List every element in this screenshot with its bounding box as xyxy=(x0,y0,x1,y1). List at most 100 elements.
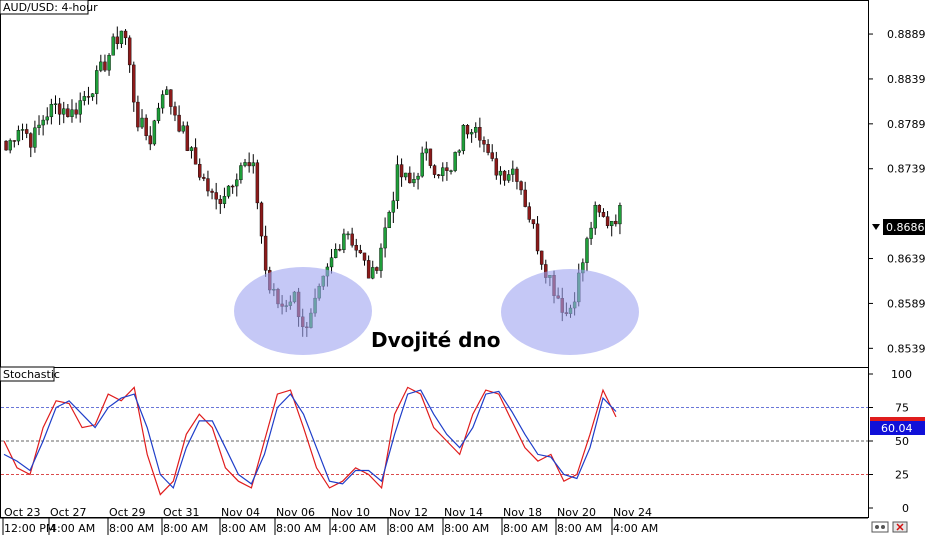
time-tick-day: Nov 18 xyxy=(503,506,542,519)
candle-body xyxy=(362,252,367,261)
candle-body xyxy=(140,117,144,128)
candle-body xyxy=(173,106,177,116)
candle-body xyxy=(152,120,157,145)
close-icon[interactable] xyxy=(892,521,908,533)
price-tick-label: 0.8839 xyxy=(887,73,925,86)
candle-body xyxy=(189,147,194,151)
stochastic-title: Stochastic xyxy=(3,368,60,381)
candle-body xyxy=(453,152,457,171)
candle-body xyxy=(33,127,37,148)
candle-body xyxy=(206,178,210,192)
price-tick-label: 0.8739 xyxy=(887,163,925,176)
candle-body xyxy=(235,179,239,187)
candle-body xyxy=(531,219,536,225)
candle-body xyxy=(251,162,255,167)
candle-body xyxy=(156,107,161,122)
price-tick-label: 0.8789 xyxy=(887,118,925,131)
stochastic-tick-label: 0 xyxy=(902,502,909,515)
candle-body xyxy=(391,200,396,213)
candle-body xyxy=(99,61,103,71)
candle-body xyxy=(202,177,206,179)
price-axis: 0.8889 0.8839 0.8789 0.8739 0.8639 0.8589 0.85… xyxy=(868,28,925,355)
time-tick-day: Nov 04 xyxy=(221,506,260,519)
candle-body xyxy=(527,206,531,220)
candle-body xyxy=(74,109,78,115)
stochastic-value-label: 60.04 xyxy=(881,422,913,435)
candle-body xyxy=(474,127,478,133)
candle-body xyxy=(371,267,375,279)
time-tick-time: 8:00 AM xyxy=(221,522,266,535)
candle-body xyxy=(177,114,181,132)
time-tick-day: Nov 06 xyxy=(276,506,315,519)
candle-body xyxy=(259,202,264,237)
forex-chart: 0.8889 0.8839 0.8789 0.8739 0.8639 0.8589 0.85… xyxy=(0,0,925,535)
time-tick-time: 8:00 AM xyxy=(109,522,154,535)
candle-body xyxy=(486,144,490,153)
candle-body xyxy=(395,164,400,202)
candle-body xyxy=(165,89,169,95)
candle-body xyxy=(478,127,482,141)
candle-body xyxy=(490,152,494,159)
price-tick-label: 0.8589 xyxy=(887,297,925,310)
candle-body xyxy=(420,152,424,177)
time-tick-time: 8:00 AM xyxy=(503,522,548,535)
candle-body xyxy=(197,163,202,178)
candle-body xyxy=(57,103,62,115)
candle-body xyxy=(263,235,268,271)
time-tick-time: 8:00 AM xyxy=(276,522,321,535)
candle-body xyxy=(119,30,124,44)
candle-body xyxy=(354,245,358,251)
candle-body xyxy=(123,30,128,39)
stochastic-tick-label: 100 xyxy=(891,368,912,381)
candle-body xyxy=(387,212,391,229)
candle-body xyxy=(222,196,227,204)
candle-body xyxy=(428,148,433,166)
candle-body xyxy=(585,238,589,263)
double-bottom-annotation: Dvojité dno xyxy=(371,328,500,352)
stochastic-panel: 100 75 50 25 0 xyxy=(0,367,912,518)
candle-body xyxy=(20,129,25,131)
time-tick-time: 4:00 AM xyxy=(50,522,95,535)
time-tick-time: 8:00 AM xyxy=(557,522,602,535)
candle-body xyxy=(329,257,334,268)
candle-body xyxy=(597,204,602,213)
candle-body xyxy=(358,249,363,254)
candle-body xyxy=(445,167,449,171)
candle-body xyxy=(350,233,354,246)
candle-body xyxy=(449,170,453,172)
time-tick-day: Oct 23 xyxy=(4,506,41,519)
candle-body xyxy=(333,248,338,258)
candle-body xyxy=(589,227,593,239)
candle-body xyxy=(436,174,441,176)
candle-body xyxy=(103,61,107,71)
candle-body xyxy=(338,248,342,251)
scroll-arrows-icon[interactable] xyxy=(871,521,889,533)
candle-body xyxy=(144,117,148,136)
candle-body xyxy=(432,165,437,175)
price-tick-label: 0.8639 xyxy=(887,253,925,266)
candle-body xyxy=(160,94,165,109)
candle-body xyxy=(519,181,523,191)
candle-body xyxy=(107,55,111,71)
candle-body xyxy=(494,158,499,176)
price-chart-title: AUD/USD: 4-hour xyxy=(3,1,98,14)
candle-body xyxy=(416,175,420,180)
candle-body xyxy=(379,247,383,271)
current-price-arrow xyxy=(872,224,880,230)
candle-body xyxy=(457,150,461,153)
time-tick-day: Oct 29 xyxy=(109,506,146,519)
candle-body xyxy=(214,192,218,200)
candle-body xyxy=(247,162,251,167)
candle-body xyxy=(78,100,82,115)
candle-body xyxy=(239,165,243,181)
candle-body xyxy=(399,164,404,178)
candle-body xyxy=(12,140,17,142)
candle-body xyxy=(507,174,511,181)
candle-body xyxy=(169,89,173,107)
time-tick-time: 4:00 AM xyxy=(613,522,658,535)
time-tick-day: Oct 31 xyxy=(163,506,200,519)
time-tick-time: 12:00 PM xyxy=(4,522,55,535)
candle-body xyxy=(16,130,21,142)
candle-body xyxy=(94,70,99,94)
candle-body xyxy=(523,189,527,207)
